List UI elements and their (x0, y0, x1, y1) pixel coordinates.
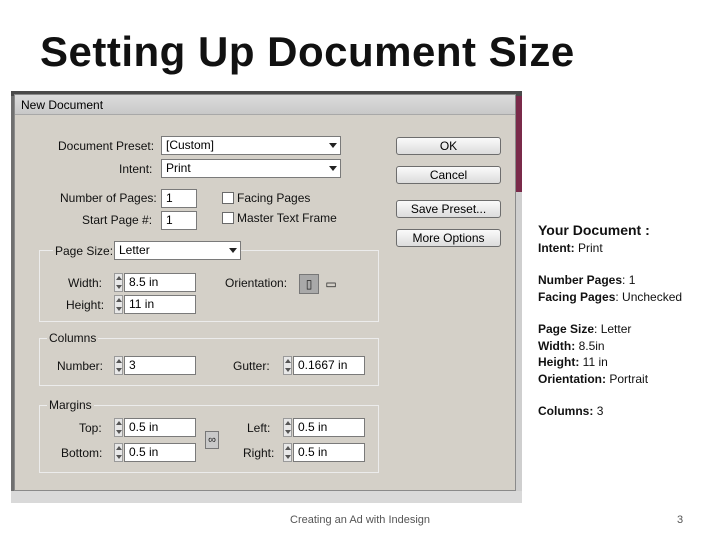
top-margin-input[interactable]: 0.5 in (124, 418, 196, 437)
dialog-title: New Document (21, 98, 104, 112)
number-label: Number: (57, 359, 104, 373)
chevron-down-icon (229, 248, 237, 253)
document-summary: Your Document : Intent: Print Number Pag… (538, 222, 718, 420)
left-margin-label: Left: (247, 421, 271, 435)
right-margin-stepper[interactable] (283, 443, 292, 462)
summary-width: Width: 8.5in (538, 338, 605, 353)
portrait-orientation-icon[interactable]: ▯ (299, 274, 319, 294)
summary-height: Height: 11 in (538, 355, 608, 369)
left-margin-input[interactable]: 0.5 in (293, 418, 365, 437)
preset-label: Document Preset: (58, 139, 155, 153)
chevron-down-icon (329, 143, 337, 148)
intent-value: Print (166, 161, 191, 175)
gutter-label: Gutter: (233, 359, 270, 373)
slide-title: Setting Up Document Size (40, 28, 575, 75)
background-strip (11, 491, 522, 503)
height-stepper[interactable] (114, 295, 123, 314)
dialog-titlebar: New Document (15, 95, 515, 115)
facing-pages-checkbox[interactable] (222, 192, 234, 204)
master-text-frame-label: Master Text Frame (237, 211, 337, 225)
slide-footer: Creating an Ad with Indesign (290, 514, 431, 526)
width-label: Width: (68, 276, 103, 290)
gutter-input[interactable]: 0.1667 in (293, 356, 365, 375)
dialog-screenshot: New Document Document Preset: [Custom] I… (11, 91, 522, 503)
width-stepper[interactable] (114, 273, 123, 292)
document-preset-select[interactable]: [Custom] (161, 136, 341, 155)
ok-button[interactable]: OK (396, 137, 501, 155)
chain-link-icon[interactable]: ∞ (205, 431, 219, 449)
width-input[interactable]: 8.5 in (124, 273, 196, 292)
new-document-dialog: New Document Document Preset: [Custom] I… (14, 94, 516, 491)
columns-number-input[interactable]: 3 (124, 356, 196, 375)
page-number: 3 (677, 514, 684, 526)
summary-facing: Facing Pages: Unchecked (538, 289, 683, 304)
landscape-orientation-icon[interactable]: ▭ (321, 274, 341, 294)
height-input[interactable]: 11 in (124, 295, 196, 314)
top-margin-stepper[interactable] (114, 418, 123, 437)
intent-label: Intent: (119, 162, 153, 176)
start-page-input[interactable]: 1 (161, 211, 197, 230)
cancel-button[interactable]: Cancel (396, 166, 501, 184)
height-label: Height: (66, 298, 105, 312)
top-margin-label: Top: (79, 421, 102, 435)
summary-orientation: Orientation: Portrait (538, 371, 649, 386)
summary-heading: Your Document : (538, 222, 650, 238)
summary-columns: Columns: 3 (538, 404, 604, 418)
bottom-margin-label: Bottom: (61, 446, 103, 460)
summary-intent: Intent: Print (538, 240, 603, 255)
summary-pages: Number Pages: 1 (538, 273, 636, 287)
background-accent (516, 96, 522, 192)
left-margin-stepper[interactable] (283, 418, 292, 437)
save-preset-button[interactable]: Save Preset... (396, 200, 501, 218)
margins-group-title: Margins (47, 398, 94, 412)
document-preset-value: [Custom] (166, 138, 215, 152)
page-size-value: Letter (119, 243, 150, 257)
right-margin-input[interactable]: 0.5 in (293, 443, 365, 462)
orientation-label: Orientation: (225, 276, 288, 290)
more-options-button[interactable]: More Options (396, 229, 501, 247)
pages-label: Number of Pages: (60, 191, 157, 205)
chevron-down-icon (329, 166, 337, 171)
master-text-frame-checkbox[interactable] (222, 212, 234, 224)
start-page-label: Start Page #: (82, 213, 153, 227)
intent-select[interactable]: Print (161, 159, 341, 178)
number-stepper[interactable] (114, 356, 123, 375)
columns-group-title: Columns (47, 331, 99, 345)
gutter-stepper[interactable] (283, 356, 292, 375)
page-size-label: Page Size: (53, 244, 116, 258)
right-margin-label: Right: (243, 446, 275, 460)
page-size-select[interactable]: Letter (114, 241, 241, 260)
facing-pages-label: Facing Pages (237, 191, 311, 205)
number-of-pages-input[interactable]: 1 (161, 189, 197, 208)
bottom-margin-stepper[interactable] (114, 443, 123, 462)
bottom-margin-input[interactable]: 0.5 in (124, 443, 196, 462)
summary-page-size: Page Size: Letter (538, 322, 632, 336)
